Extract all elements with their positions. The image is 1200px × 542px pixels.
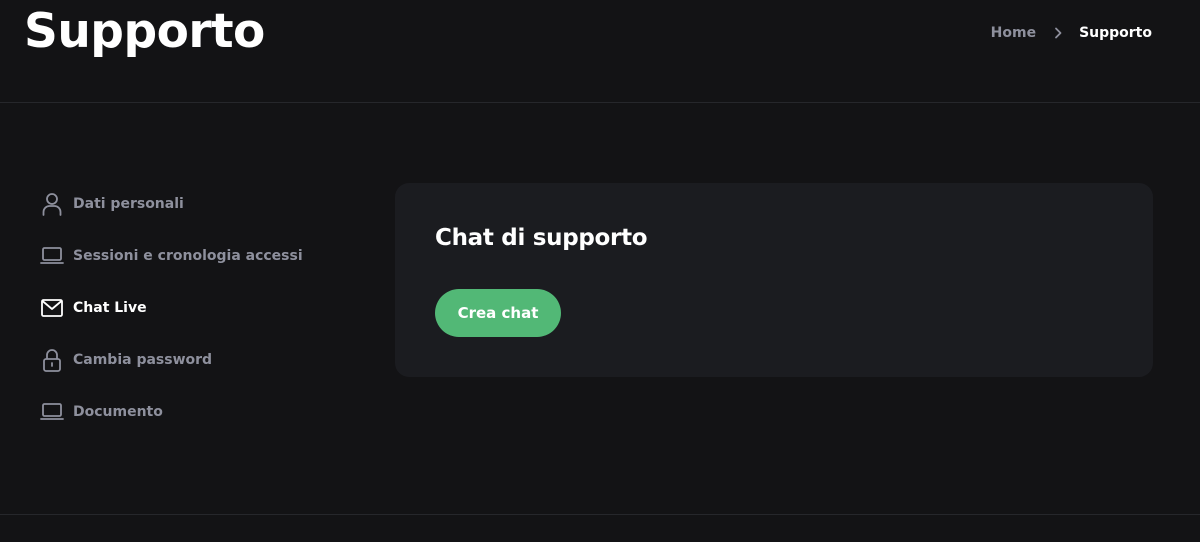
user-icon [40, 192, 64, 216]
page-header: Supporto Home Supporto [0, 0, 1200, 103]
breadcrumb-current: Supporto [1079, 25, 1152, 41]
breadcrumb: Home Supporto [991, 25, 1152, 41]
page-title: Supporto [24, 4, 265, 59]
sidebar-item-label: Documento [73, 404, 163, 420]
sidebar-item-chat-live[interactable]: Chat Live [40, 294, 340, 322]
sidebar-item-cambia-password[interactable]: Cambia password [40, 346, 340, 374]
create-chat-button[interactable]: Crea chat [435, 289, 561, 337]
laptop-icon [40, 400, 64, 424]
footer-divider [0, 514, 1200, 515]
sidebar-item-sessioni[interactable]: Sessioni e cronologia accessi [40, 242, 340, 270]
sidebar-item-label: Sessioni e cronologia accessi [73, 248, 303, 264]
sidebar-nav: Dati personali Sessioni e cronologia acc… [40, 190, 340, 450]
card-title: Chat di supporto [435, 225, 648, 251]
lock-icon [40, 348, 64, 372]
breadcrumb-home-link[interactable]: Home [991, 25, 1036, 41]
sidebar-item-label: Cambia password [73, 352, 213, 368]
support-chat-card: Chat di supporto Crea chat [395, 183, 1153, 377]
sidebar-item-dati-personali[interactable]: Dati personali [40, 190, 340, 218]
mail-icon [40, 296, 64, 320]
sidebar-item-documento[interactable]: Documento [40, 398, 340, 426]
chevron-right-icon [1051, 26, 1065, 40]
laptop-icon [40, 244, 64, 268]
sidebar-item-label: Dati personali [73, 196, 184, 212]
sidebar-item-label: Chat Live [73, 300, 147, 316]
